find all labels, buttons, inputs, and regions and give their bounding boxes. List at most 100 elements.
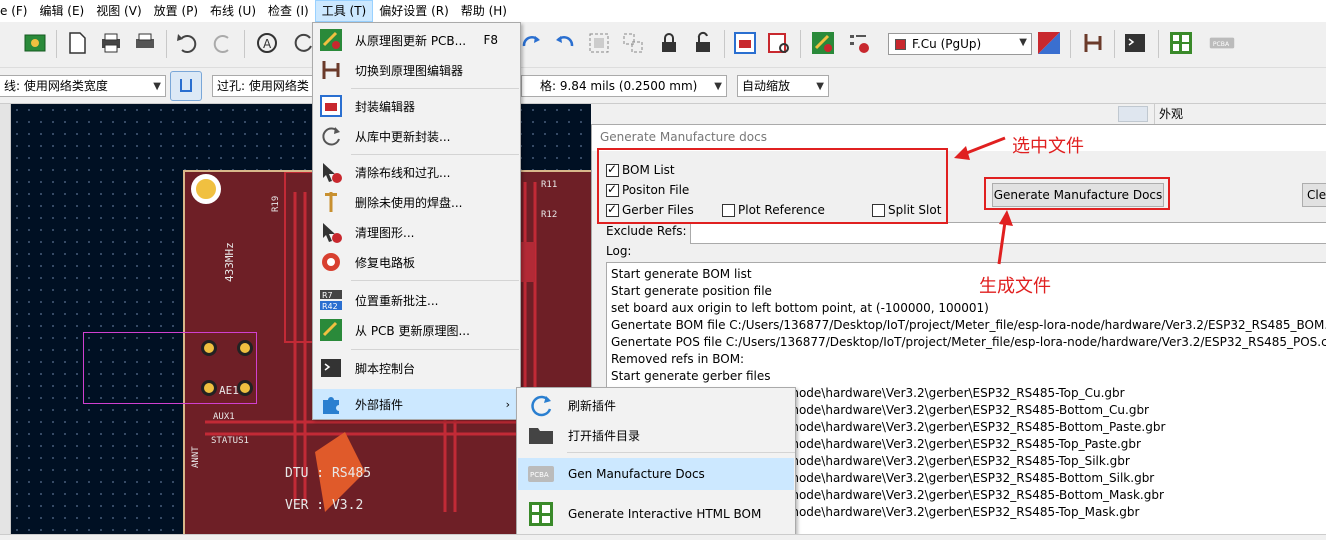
submenu-item-refresh-plugins[interactable]: 刷新插件 — [518, 389, 794, 421]
menu-edit[interactable]: 编辑 (E) — [33, 0, 90, 22]
menu-route[interactable]: 布线 (U) — [204, 0, 262, 22]
menu-tools[interactable]: 工具 (T) — [314, 0, 374, 22]
menu-item-label: 删除未使用的焊盘... — [355, 195, 463, 210]
menu-place[interactable]: 放置 (P) — [148, 0, 204, 22]
status-bar — [0, 534, 1326, 540]
ibom-icon — [524, 500, 558, 528]
left-toolstrip[interactable] — [0, 104, 11, 534]
menu-preferences[interactable]: 偏好设置 (R) — [373, 0, 455, 22]
exclude-refs-label: Exclude Refs: — [606, 224, 687, 238]
menu-help[interactable]: 帮助 (H) — [455, 0, 513, 22]
silk-label: DTU : RS485 — [285, 466, 372, 481]
silk-label: 433MHz — [223, 242, 236, 282]
custom-track-icon[interactable] — [170, 71, 202, 101]
refresh-icon — [524, 391, 558, 419]
ibom-icon[interactable] — [1166, 28, 1196, 58]
footprint-browser-icon[interactable] — [764, 28, 794, 58]
layer-color-swatch — [895, 38, 906, 50]
menu-item-label: 从库中更新封装... — [355, 129, 451, 144]
menu-item-update-pcb[interactable]: 从原理图更新 PCB... F8 — [313, 25, 520, 55]
chevron-down-icon: ▼ — [153, 81, 161, 92]
menu-item-scripting-console[interactable]: 脚本控制台 — [313, 353, 520, 383]
menu-item-external-plugins[interactable]: 外部插件 › — [313, 389, 520, 419]
silk-label: R19 — [271, 195, 281, 212]
switch-schematic-icon[interactable] — [1078, 28, 1108, 58]
cleanup-tracks-icon — [317, 158, 345, 186]
unlock-icon[interactable] — [688, 28, 718, 58]
zoom-value: 自动缩放 — [742, 79, 791, 93]
update-pcb-icon[interactable] — [808, 28, 838, 58]
menu-file[interactable]: e (F) — [0, 0, 33, 22]
print-icon[interactable] — [96, 28, 126, 58]
menu-item-label: 切换到原理图编辑器 — [355, 63, 464, 78]
menu-item-label: 刷新插件 — [568, 398, 617, 413]
menu-item-footprint-editor[interactable]: 封装编辑器 — [313, 91, 520, 121]
undo-icon[interactable] — [172, 28, 202, 58]
pad — [201, 380, 217, 396]
drc-icon[interactable] — [844, 28, 874, 58]
layer-select[interactable]: F.Cu (PgUp) ▼ — [888, 33, 1032, 55]
update-pcb-icon — [317, 26, 345, 54]
chevron-right-icon: › — [505, 397, 510, 411]
layer-pair-icon[interactable] — [1034, 28, 1064, 58]
pad — [237, 380, 253, 396]
update-schematic-icon — [317, 316, 345, 344]
menu-item-update-footprints[interactable]: 从库中更新封装... — [313, 121, 520, 151]
board-setup-icon[interactable] — [20, 28, 50, 58]
rotate-cw-icon[interactable] — [550, 28, 580, 58]
menu-item-label: 位置重新批注... — [355, 293, 439, 308]
scripting-console-icon[interactable] — [1120, 28, 1150, 58]
svg-text:R42: R42 — [322, 302, 338, 311]
log-line: Start generate position file — [611, 284, 772, 298]
grid-select[interactable]: 格: 9.84 mils (0.2500 mm) ▼ — [521, 75, 727, 97]
menu-item-label: Generate Interactive HTML BOM — [568, 507, 762, 521]
menu-view[interactable]: 视图 (V) — [90, 0, 147, 22]
menu-item-cleanup-graphics[interactable]: 清理图形... — [313, 217, 520, 247]
menu-item-reannotate[interactable]: R7 R42 位置重新批注... — [313, 285, 520, 315]
log-line: Genertate BOM file C:/Users/136877/Deskt… — [611, 318, 1326, 332]
footprint-editor-icon — [317, 92, 345, 120]
zoom-select[interactable]: 自动缩放 ▼ — [737, 75, 829, 97]
pcba-icon: PCBA — [524, 460, 558, 488]
plugin-icon — [317, 390, 345, 418]
annotation-box-generate — [984, 177, 1170, 210]
menu-item-label: 从原理图更新 PCB... — [355, 33, 467, 48]
panel-collapse-tab[interactable] — [1118, 106, 1148, 122]
via-size-select[interactable]: 过孔: 使用网络类 — [212, 75, 320, 97]
footprint-editor-icon[interactable] — [730, 28, 760, 58]
menu-inspect[interactable]: 检查 (I) — [262, 0, 315, 22]
new-board-icon[interactable] — [62, 28, 92, 58]
clear-button[interactable]: Clea — [1302, 183, 1326, 207]
menu-item-label: 打开插件目录 — [568, 428, 641, 443]
menu-item-repair-board[interactable]: 修复电路板 — [313, 247, 520, 277]
footprint-outline — [83, 332, 257, 404]
menu-item-cleanup-tracks[interactable]: 清除布线和过孔... — [313, 157, 520, 187]
toolbar-separator — [56, 30, 57, 58]
console-icon — [317, 354, 345, 382]
chevron-down-icon: ▼ — [816, 81, 824, 92]
submenu-item-interactive-html-bom[interactable]: Generate Interactive HTML BOM — [518, 498, 794, 530]
menu-item-update-schematic[interactable]: 从 PCB 更新原理图... — [313, 315, 520, 345]
menu-item-switch-schematic[interactable]: 切换到原理图编辑器 — [313, 55, 520, 85]
folder-icon — [524, 421, 558, 449]
redo-icon[interactable] — [208, 28, 238, 58]
annotation-arrow-icon — [954, 136, 1006, 160]
via-size-value: 过孔: 使用网络类 — [217, 79, 309, 93]
group-icon[interactable] — [584, 28, 614, 58]
submenu-item-gen-manufacture-docs[interactable]: PCBA Gen Manufacture Docs — [518, 458, 794, 490]
menu-item-remove-pads[interactable]: 删除未使用的焊盘... — [313, 187, 520, 217]
menu-separator — [351, 280, 519, 281]
appearance-panel-title: 外观 — [1154, 104, 1326, 124]
submenu-item-open-plugin-dir[interactable]: 打开插件目录 — [518, 419, 794, 451]
ungroup-icon[interactable] — [618, 28, 648, 58]
menu-item-label: 外部插件 — [355, 397, 404, 412]
schematic-icon — [317, 56, 345, 84]
refresh-footprint-icon — [317, 122, 345, 150]
main-toolbar: A F.Cu (PgUp) ▼ PCBA — [0, 22, 1326, 68]
pcba-icon[interactable]: PCBA — [1204, 28, 1240, 58]
plot-icon[interactable] — [130, 28, 160, 58]
find-icon[interactable]: A — [252, 28, 282, 58]
track-width-select[interactable]: 线: 使用网络类宽度 ▼ — [0, 75, 166, 97]
menu-separator — [351, 154, 519, 155]
lock-icon[interactable] — [654, 28, 684, 58]
